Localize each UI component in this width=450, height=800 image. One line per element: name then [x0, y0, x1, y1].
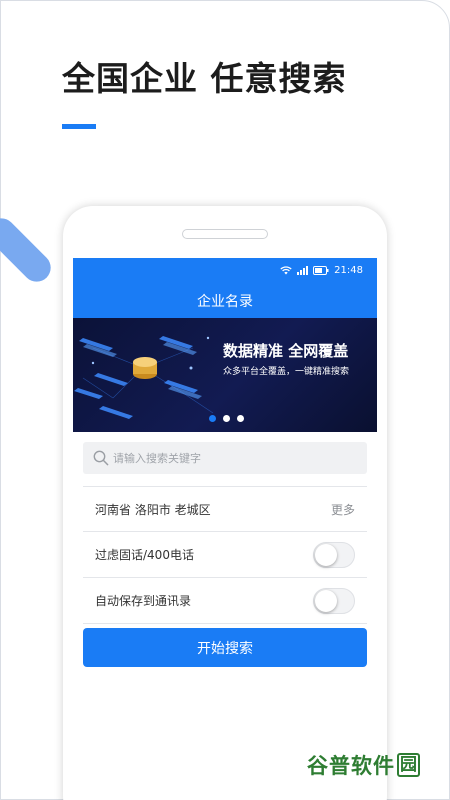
data-network-illustration — [74, 336, 214, 419]
phone-frame: 21:48 企业名录 数据精准 全网覆盖 众多平台全覆盖，一键精准搜索 请输入搜… — [63, 206, 387, 800]
region-selector[interactable]: 河南省 洛阳市 老城区 更多 — [83, 486, 367, 532]
app-header: 21:48 企业名录 — [73, 258, 377, 318]
search-icon — [93, 450, 109, 466]
site-watermark: 谷普软件 园 — [307, 750, 420, 780]
carousel-indicator — [209, 415, 244, 422]
filter-label: 自动保存到通讯录 — [95, 594, 192, 608]
headline-underline — [62, 124, 96, 129]
toggle-knob — [315, 543, 337, 566]
decorative-stroke — [0, 212, 57, 288]
region-value: 河南省 洛阳市 老城区 — [95, 502, 211, 517]
start-search-button[interactable]: 开始搜索 — [83, 628, 367, 667]
watermark-last-char: 园 — [397, 753, 420, 777]
status-bar: 21:48 — [280, 265, 363, 276]
watermark-text: 谷普软件 — [307, 754, 395, 778]
more-link[interactable]: 更多 — [331, 501, 355, 518]
filter-row-landline: 过虑固话/400电话 — [83, 532, 367, 578]
search-input[interactable] — [113, 451, 353, 465]
phone-speaker — [182, 229, 268, 239]
phone-screen: 21:48 企业名录 数据精准 全网覆盖 众多平台全覆盖，一键精准搜索 请输入搜… — [73, 258, 377, 800]
carousel-dot[interactable] — [223, 415, 230, 422]
filter-label: 过虑固话/400电话 — [95, 548, 194, 562]
wifi-icon — [280, 266, 292, 275]
promo-headline: 全国企业 任意搜索 — [62, 59, 347, 98]
autosave-contacts-toggle[interactable] — [313, 587, 355, 614]
status-time: 21:48 — [334, 265, 363, 276]
signal-icon — [297, 266, 309, 275]
carousel-dot[interactable] — [209, 415, 216, 422]
carousel-dot[interactable] — [237, 415, 244, 422]
battery-icon — [313, 266, 329, 275]
app-title: 企业名录 — [197, 294, 253, 310]
landline-filter-toggle[interactable] — [313, 541, 355, 568]
toggle-knob — [315, 589, 337, 612]
banner-carousel[interactable]: 数据精准 全网覆盖 众多平台全覆盖，一键精准搜索 — [73, 318, 377, 432]
banner-headline: 数据精准 全网覆盖 — [223, 342, 349, 360]
banner-subline: 众多平台全覆盖，一键精准搜索 — [223, 367, 350, 377]
search-box[interactable] — [83, 442, 367, 474]
filter-row-autosave: 自动保存到通讯录 — [83, 578, 367, 624]
